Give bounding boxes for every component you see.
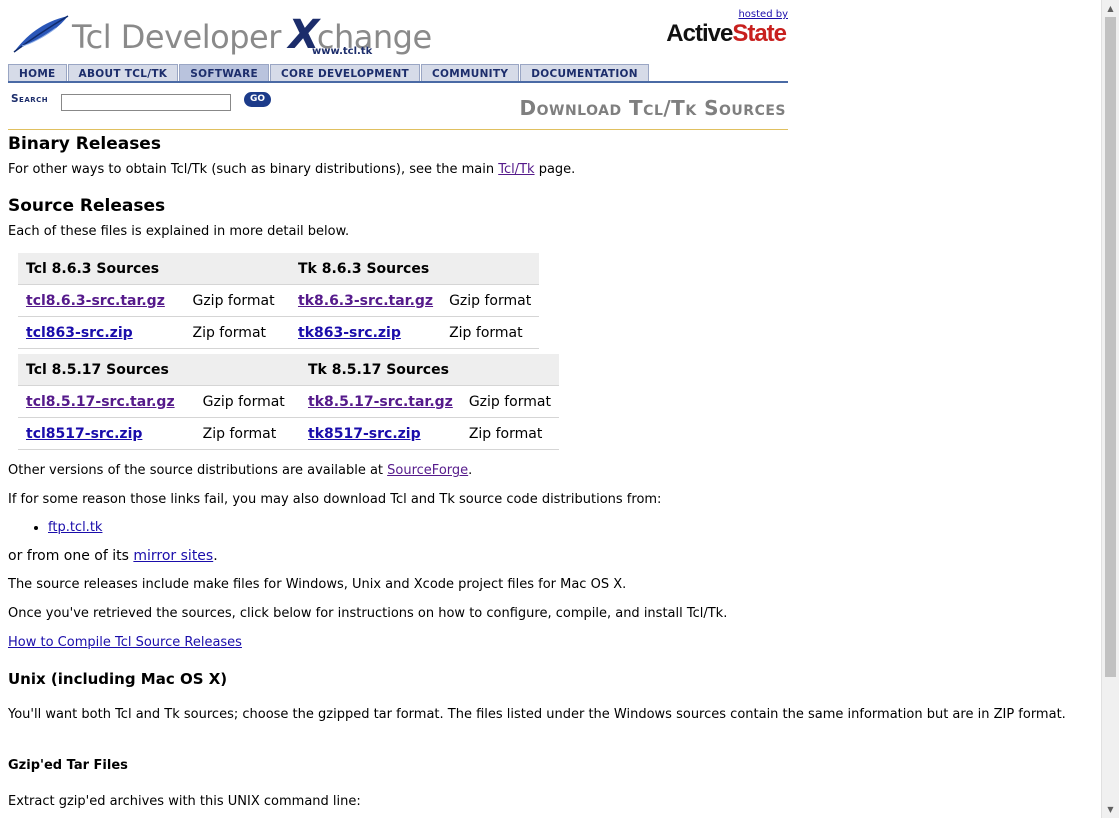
table-header-tcl: Tcl 8.6.3 Sources (18, 253, 290, 285)
go-button[interactable]: GO (244, 92, 271, 107)
source-releases-intro: Each of these files is explained in more… (8, 224, 350, 239)
search-label: Search (11, 93, 49, 105)
ftp-list: ftp.tcl.tk (28, 520, 102, 535)
format-label: Zip format (184, 316, 290, 349)
nav-core-development[interactable]: CORE DEVELOPMENT (269, 64, 421, 82)
search-input[interactable] (61, 94, 231, 111)
download-link[interactable]: tk863-src.zip (298, 325, 401, 341)
table-header-tk: Tk 8.6.3 Sources (290, 253, 540, 285)
table-header-tcl: Tcl 8.5.17 Sources (18, 354, 300, 386)
nav-about[interactable]: ABOUT TCL/TK (67, 64, 179, 82)
format-label: Gzip format (460, 385, 559, 418)
format-label: Zip format (441, 316, 540, 349)
scroll-thumb[interactable] (1105, 17, 1116, 677)
fallback-text: If for some reason those links fail, you… (8, 492, 662, 507)
feather-icon (13, 15, 69, 53)
mirror-sites-link[interactable]: mirror sites (133, 548, 213, 564)
instructions-text: Once you've retrieved the sources, click… (8, 606, 728, 621)
download-link[interactable]: tcl8.6.3-src.tar.gz (26, 293, 165, 309)
other-versions-text: Other versions of the source distributio… (8, 463, 473, 478)
table-row: tcl8.6.3-src.tar.gz Gzip format tk8.6.3-… (18, 284, 540, 317)
vertical-scrollbar[interactable]: ▲ ▼ (1101, 0, 1119, 818)
logo-url: www.tcl.tk (312, 46, 373, 57)
activestate-logo[interactable]: ActiveState (666, 20, 787, 48)
download-link[interactable]: tk8.5.17-src.tar.gz (308, 394, 453, 410)
downloads-table-863: Tcl 8.6.3 Sources Tk 8.6.3 Sources tcl8.… (18, 253, 540, 349)
unix-heading: Unix (including Mac OS X) (8, 670, 228, 688)
table-header-tk: Tk 8.5.17 Sources (300, 354, 559, 386)
nav-community[interactable]: COMMUNITY (421, 64, 520, 82)
download-link[interactable]: tcl863-src.zip (26, 325, 133, 341)
gzip-heading: Gzip'ed Tar Files (8, 758, 128, 773)
unix-text: You'll want both Tcl and Tk sources; cho… (8, 707, 1066, 722)
table-row: tcl863-src.zip Zip format tk863-src.zip … (18, 316, 540, 349)
scroll-down-icon[interactable]: ▼ (1102, 801, 1119, 818)
heading-divider (8, 129, 788, 130)
binary-releases-text: For other ways to obtain Tcl/Tk (such as… (8, 162, 576, 177)
download-link[interactable]: tk8517-src.zip (308, 426, 421, 442)
tcltk-link[interactable]: Tcl/Tk (498, 162, 534, 177)
logo-title: Tcl Developer Xchange (72, 12, 432, 58)
source-releases-heading: Source Releases (8, 196, 166, 216)
page-title: Download Tcl/Tk Sources (519, 96, 786, 120)
downloads-table-8517: Tcl 8.5.17 Sources Tk 8.5.17 Sources tcl… (18, 354, 559, 450)
list-item: ftp.tcl.tk (48, 520, 102, 535)
binary-releases-heading: Binary Releases (8, 134, 161, 154)
tcl-logo[interactable]: Tcl Developer Xchange www.tcl.tk (8, 8, 432, 60)
main-nav: HOME ABOUT TCL/TK SOFTWARE CORE DEVELOPM… (8, 64, 650, 82)
mirror-text: or from one of its mirror sites. (8, 548, 218, 564)
compile-link-wrap: How to Compile Tcl Source Releases (8, 635, 242, 650)
sourceforge-link[interactable]: SourceForge (387, 463, 468, 478)
download-link[interactable]: tk8.6.3-src.tar.gz (298, 293, 433, 309)
format-label: Zip format (194, 417, 300, 450)
ftp-link[interactable]: ftp.tcl.tk (48, 520, 102, 535)
download-link[interactable]: tcl8.5.17-src.tar.gz (26, 394, 175, 410)
format-label: Gzip format (441, 284, 540, 317)
hosted-by-link[interactable]: hosted by (738, 9, 788, 20)
format-label: Gzip format (184, 284, 290, 317)
nav-divider (8, 81, 788, 83)
scroll-up-icon[interactable]: ▲ (1102, 0, 1119, 17)
format-label: Gzip format (194, 385, 300, 418)
nav-documentation[interactable]: DOCUMENTATION (520, 64, 649, 82)
format-label: Zip format (460, 417, 559, 450)
download-link[interactable]: tcl8517-src.zip (26, 426, 142, 442)
table-row: tcl8517-src.zip Zip format tk8517-src.zi… (18, 417, 559, 450)
nav-home[interactable]: HOME (8, 64, 67, 82)
extract-text: Extract gzip'ed archives with this UNIX … (8, 794, 361, 809)
nav-software[interactable]: SOFTWARE (179, 64, 269, 82)
table-row: tcl8.5.17-src.tar.gz Gzip format tk8.5.1… (18, 385, 559, 418)
how-to-compile-link[interactable]: How to Compile Tcl Source Releases (8, 635, 242, 650)
make-files-text: The source releases include make files f… (8, 577, 627, 592)
